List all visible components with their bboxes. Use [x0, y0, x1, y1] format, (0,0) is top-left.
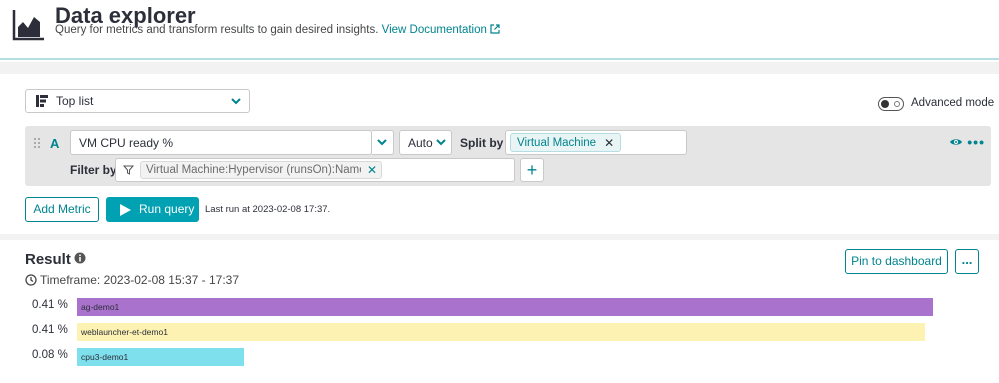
section-gap	[0, 62, 999, 74]
filter-by-field[interactable]: Virtual Machine:Hypervisor (runsOn):Name…	[115, 158, 515, 182]
top-list-icon	[36, 95, 48, 107]
filter-by-label: Filter by	[70, 163, 117, 177]
metric-select[interactable]: VM CPU ready %	[70, 130, 372, 155]
advanced-mode-toggle[interactable]	[878, 97, 904, 111]
docs-link-label: View Documentation	[381, 24, 487, 36]
bar-category-label: ag-demo1	[81, 302, 120, 312]
filter-icon	[123, 165, 134, 175]
drag-handle-icon[interactable]	[33, 137, 41, 149]
bar-category-label: weblauncher-et-demo1	[81, 327, 168, 337]
last-run-text: Last run at 2023-02-08 17:37.	[205, 204, 331, 215]
timeframe: Timeframe: 2023-02-08 15:37 - 17:37	[25, 273, 239, 287]
advanced-mode-label: Advanced mode	[911, 97, 995, 109]
add-filter-button[interactable]: +	[520, 158, 544, 182]
split-by-chip[interactable]: Virtual Machine ✕	[510, 133, 622, 152]
filter-chip-text: Virtual Machine:Hypervisor (runsOn):Name…	[146, 164, 361, 176]
info-icon[interactable]	[74, 252, 86, 264]
chevron-down-icon	[377, 139, 387, 146]
split-by-label: Split by	[460, 136, 504, 150]
visualization-label: Top list	[56, 94, 94, 108]
toggle-knob	[881, 100, 889, 108]
remove-split-icon[interactable]: ✕	[604, 136, 614, 150]
view-documentation-link[interactable]: View Documentation	[382, 24, 500, 36]
filter-chip-prefix: Virtual Machine:Hypervisor (runsOn):Name…	[146, 164, 361, 176]
bar-value-label: 0.08 %	[32, 349, 68, 361]
query-config-panel: Top list Advanced mode A VM CPU ready % …	[10, 74, 999, 234]
top-list-row: 0.08 % cpu3-demo1	[10, 348, 999, 366]
page-header: Data explorer Query for metrics and tran…	[0, 0, 999, 60]
query-letter: A	[50, 136, 60, 151]
metric-label: VM CPU ready %	[79, 136, 174, 150]
run-query-button[interactable]: Run query	[106, 197, 199, 222]
filter-chip[interactable]: Virtual Machine:Hypervisor (runsOn):Name…	[140, 161, 382, 179]
subtitle-text: Query for metrics and transform results …	[55, 24, 379, 36]
bar[interactable]: ag-demo1	[77, 298, 933, 316]
advanced-mode: Advanced mode	[878, 96, 994, 112]
bar[interactable]: cpu3-demo1	[77, 348, 244, 366]
query-row-a: A VM CPU ready % Auto Split by Virtual M…	[25, 126, 991, 186]
split-by-field[interactable]: Virtual Machine ✕	[505, 130, 687, 155]
chevron-down-icon	[231, 98, 241, 105]
play-icon	[120, 204, 131, 216]
top-list-row: 0.41 % ag-demo1	[10, 298, 999, 316]
eye-icon[interactable]	[949, 137, 963, 147]
result-title: Result	[25, 251, 71, 268]
timeframe-text: Timeframe: 2023-02-08 15:37 - 17:37	[40, 273, 240, 287]
aggregation-label: Auto	[408, 136, 433, 150]
remove-filter-icon[interactable]: ✕	[367, 163, 377, 177]
bar-value-label: 0.41 %	[32, 324, 68, 336]
bar-value-label: 0.41 %	[32, 299, 68, 311]
bar[interactable]: weblauncher-et-demo1	[77, 323, 925, 341]
clock-icon	[25, 274, 37, 286]
external-link-icon	[490, 24, 500, 34]
toggle-off-indicator	[894, 101, 900, 107]
chart-area-icon	[12, 10, 44, 41]
visualization-select[interactable]: Top list	[25, 89, 250, 113]
pin-to-dashboard-button[interactable]: Pin to dashboard	[845, 249, 948, 274]
plus-icon: +	[526, 160, 538, 180]
result-more-button[interactable]: ...	[955, 249, 979, 274]
aggregation-select[interactable]: Auto	[399, 130, 452, 155]
chevron-down-icon	[436, 139, 446, 146]
page-subtitle: Query for metrics and transform results …	[55, 24, 500, 36]
split-by-chip-label: Virtual Machine	[517, 136, 597, 149]
query-more-icon[interactable]: •••	[967, 134, 985, 150]
bar-category-label: cpu3-demo1	[81, 352, 129, 362]
run-query-label: Run query	[139, 202, 195, 216]
top-list-row: 0.41 % weblauncher-et-demo1	[10, 323, 999, 341]
metric-dropdown-button[interactable]	[372, 130, 394, 155]
add-metric-button[interactable]: Add Metric	[25, 197, 99, 222]
result-panel: Result Timeframe: 2023-02-08 15:37 - 17:…	[10, 240, 999, 383]
